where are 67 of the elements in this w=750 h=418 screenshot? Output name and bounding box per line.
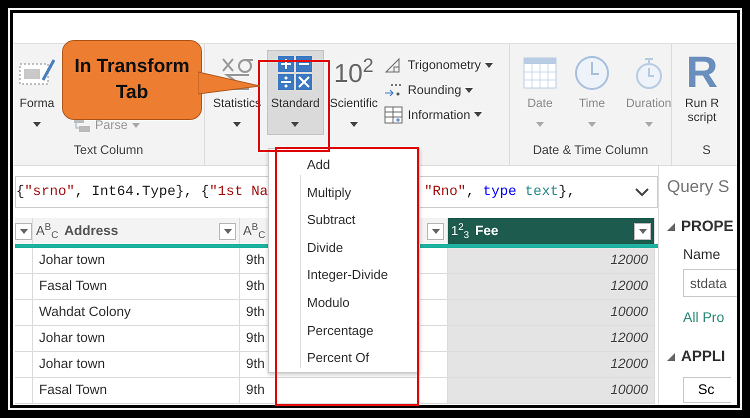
triangle-icon[interactable] [667, 222, 675, 231]
group-label: Date & Time Column [532, 142, 650, 159]
table-cell: 10000 [448, 300, 655, 326]
ribbon-button[interactable]: 10$^{2}$ Scientific [326, 50, 382, 135]
table-cell [15, 352, 33, 378]
caret-icon [20, 228, 28, 234]
filter-button[interactable] [219, 222, 236, 240]
ribbon-button[interactable]: R Run R script [676, 50, 728, 129]
table-icon [384, 106, 404, 124]
properties-link[interactable]: All Pro [683, 307, 724, 328]
field-label: Name [683, 245, 722, 264]
ribbon-button[interactable]: Standard [267, 50, 324, 135]
menu-item[interactable]: Subtract [279, 206, 416, 234]
column-header[interactable]: A$^{B}$$_{C}$ Address [33, 218, 240, 244]
ribbon-button[interactable]: Trigonometry [384, 56, 493, 75]
table-cell [15, 300, 33, 326]
table-cell: Wahdat Colony [33, 300, 240, 326]
column-header[interactable]: 1$^{2}$$_{3}$ Fee [448, 218, 655, 244]
table-cell [15, 378, 33, 404]
section-heading: PROPE [681, 216, 734, 236]
column-header[interactable] [15, 218, 33, 244]
filter-button[interactable] [634, 222, 651, 240]
group-label: S [701, 142, 712, 159]
ribbon-button[interactable]: Rounding [384, 80, 493, 100]
step-button[interactable]: Sc [683, 376, 731, 402]
table-cell: 12000 [448, 274, 655, 300]
table-cell: 10000 [448, 378, 655, 404]
table-cell: 12000 [448, 248, 655, 274]
section-heading: APPLI [681, 347, 726, 367]
column-header[interactable] [420, 218, 448, 244]
table-cell: Fasal Town [33, 378, 240, 404]
filter-button[interactable] [427, 222, 444, 240]
ribbon-button[interactable]: Forma [15, 50, 59, 135]
name-field[interactable]: stdata [683, 269, 737, 297]
table-cell [15, 274, 33, 300]
column-title: Fee [475, 222, 498, 240]
table-cell: Fasal Town [33, 274, 240, 300]
menu-item[interactable]: Add [279, 151, 416, 179]
calculator-icon [277, 55, 314, 91]
caret-icon [432, 228, 440, 234]
ribbon-button[interactable]: Information [384, 106, 493, 124]
caret-icon [638, 228, 646, 234]
stopwatch-icon [634, 56, 663, 90]
filter-button[interactable] [15, 222, 32, 240]
clock-icon [574, 55, 610, 91]
triangle-icon[interactable] [667, 353, 675, 362]
formula-text: "Rno", type text}, [424, 182, 576, 202]
caret-icon [224, 228, 232, 234]
ribbon-icon-glyph: 10$^{2}$ [334, 54, 374, 90]
ribbon-icon-glyph: R [686, 54, 718, 92]
table-cell: Johar town [33, 326, 240, 352]
chevron-down-icon [635, 188, 649, 196]
pane-title: Query S [667, 176, 730, 198]
formula-text: {"srno", Int64.Type}, {"1st Na [16, 182, 268, 202]
table-cell: 9th [240, 378, 420, 404]
group-label: Text Column [72, 142, 144, 159]
rounding-icon [384, 82, 404, 98]
column-title: Address [64, 222, 118, 240]
table-cell: 12000 [448, 352, 655, 378]
table-cell [15, 326, 33, 352]
calendar-icon [522, 56, 558, 90]
table-cell: 12000 [448, 326, 655, 352]
table-cell [15, 248, 33, 274]
callout-tooltip: In Transform Tab [62, 40, 202, 120]
menu-item[interactable]: Multiply [279, 178, 416, 206]
table-cell: Johar town [33, 248, 240, 274]
table-cell: Johar town [33, 352, 240, 378]
